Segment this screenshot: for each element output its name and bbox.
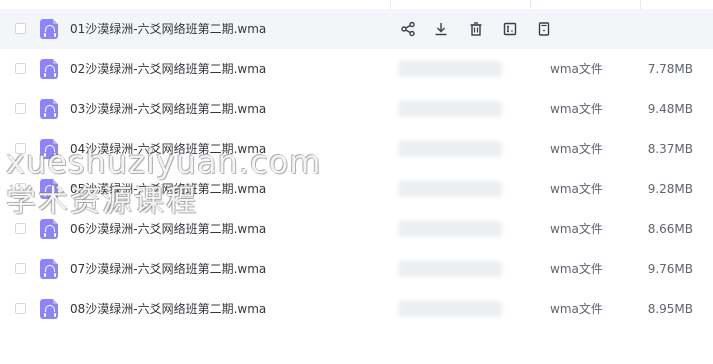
file-size: 9.76MB <box>647 262 693 276</box>
file-row[interactable]: 06沙漠绿洲-六爻网络班第二期.wma wma文件 8.66MB <box>0 209 713 249</box>
blurred-date <box>398 221 502 237</box>
row-checkbox[interactable] <box>15 143 26 154</box>
row-checkbox[interactable] <box>15 303 26 314</box>
row-checkbox[interactable] <box>15 23 26 34</box>
file-size: 8.95MB <box>647 302 693 316</box>
file-name[interactable]: 02沙漠绿洲-六爻网络班第二期.wma <box>70 49 266 89</box>
audio-file-icon <box>40 59 58 79</box>
row-checkbox[interactable] <box>15 63 26 74</box>
file-size: 8.66MB <box>647 222 693 236</box>
file-row[interactable]: 05沙漠绿洲-六爻网络班第二期.wma wma文件 9.28MB <box>0 169 713 209</box>
column-divider <box>640 0 641 9</box>
download-icon[interactable] <box>431 19 451 39</box>
blurred-date <box>398 141 502 157</box>
blurred-date <box>398 301 502 317</box>
blurred-date <box>398 261 502 277</box>
file-type: wma文件 <box>550 102 603 116</box>
file-row[interactable]: 07沙漠绿洲-六爻网络班第二期.wma wma文件 9.76MB <box>0 249 713 289</box>
file-name[interactable]: 04沙漠绿洲-六爻网络班第二期.wma <box>70 129 266 169</box>
audio-file-icon <box>40 219 58 239</box>
file-row[interactable]: 01沙漠绿洲-六爻网络班第二期.wma <box>0 9 713 49</box>
file-type: wma文件 <box>550 302 603 316</box>
blurred-date <box>398 181 502 197</box>
share-icon[interactable] <box>398 19 418 39</box>
file-name[interactable]: 05沙漠绿洲-六爻网络班第二期.wma <box>70 169 266 209</box>
blurred-date <box>398 101 502 117</box>
audio-file-icon <box>40 179 58 199</box>
column-divider <box>390 0 391 9</box>
file-name[interactable]: 06沙漠绿洲-六爻网络班第二期.wma <box>70 209 266 249</box>
row-checkbox[interactable] <box>15 263 26 274</box>
file-size: 8.37MB <box>647 142 693 156</box>
file-name[interactable]: 01沙漠绿洲-六爻网络班第二期.wma <box>70 9 266 49</box>
more-icon[interactable] <box>534 19 554 39</box>
audio-file-icon <box>40 299 58 319</box>
audio-file-icon <box>40 259 58 279</box>
file-type: wma文件 <box>550 62 603 76</box>
file-name[interactable]: 07沙漠绿洲-六爻网络班第二期.wma <box>70 249 266 289</box>
file-size: 9.28MB <box>647 182 693 196</box>
file-type: wma文件 <box>550 262 603 276</box>
audio-file-icon <box>40 19 58 39</box>
file-size: 9.48MB <box>647 102 693 116</box>
audio-file-icon <box>40 139 58 159</box>
delete-icon[interactable] <box>466 19 486 39</box>
row-checkbox[interactable] <box>15 223 26 234</box>
file-type: wma文件 <box>550 222 603 236</box>
file-row[interactable]: 03沙漠绿洲-六爻网络班第二期.wma wma文件 9.48MB <box>0 89 713 129</box>
file-row[interactable]: 08沙漠绿洲-六爻网络班第二期.wma wma文件 8.95MB <box>0 289 713 329</box>
file-row[interactable]: 02沙漠绿洲-六爻网络班第二期.wma wma文件 7.78MB <box>0 49 713 89</box>
file-row[interactable]: 04沙漠绿洲-六爻网络班第二期.wma wma文件 8.37MB <box>0 129 713 169</box>
file-name[interactable]: 03沙漠绿洲-六爻网络班第二期.wma <box>70 89 266 129</box>
rename-icon[interactable] <box>500 19 520 39</box>
file-type: wma文件 <box>550 142 603 156</box>
file-name[interactable]: 08沙漠绿洲-六爻网络班第二期.wma <box>70 289 266 329</box>
row-checkbox[interactable] <box>15 183 26 194</box>
blurred-date <box>398 61 502 77</box>
file-size: 7.78MB <box>647 62 693 76</box>
file-type: wma文件 <box>550 182 603 196</box>
row-checkbox[interactable] <box>15 103 26 114</box>
audio-file-icon <box>40 99 58 119</box>
column-divider <box>530 0 531 9</box>
